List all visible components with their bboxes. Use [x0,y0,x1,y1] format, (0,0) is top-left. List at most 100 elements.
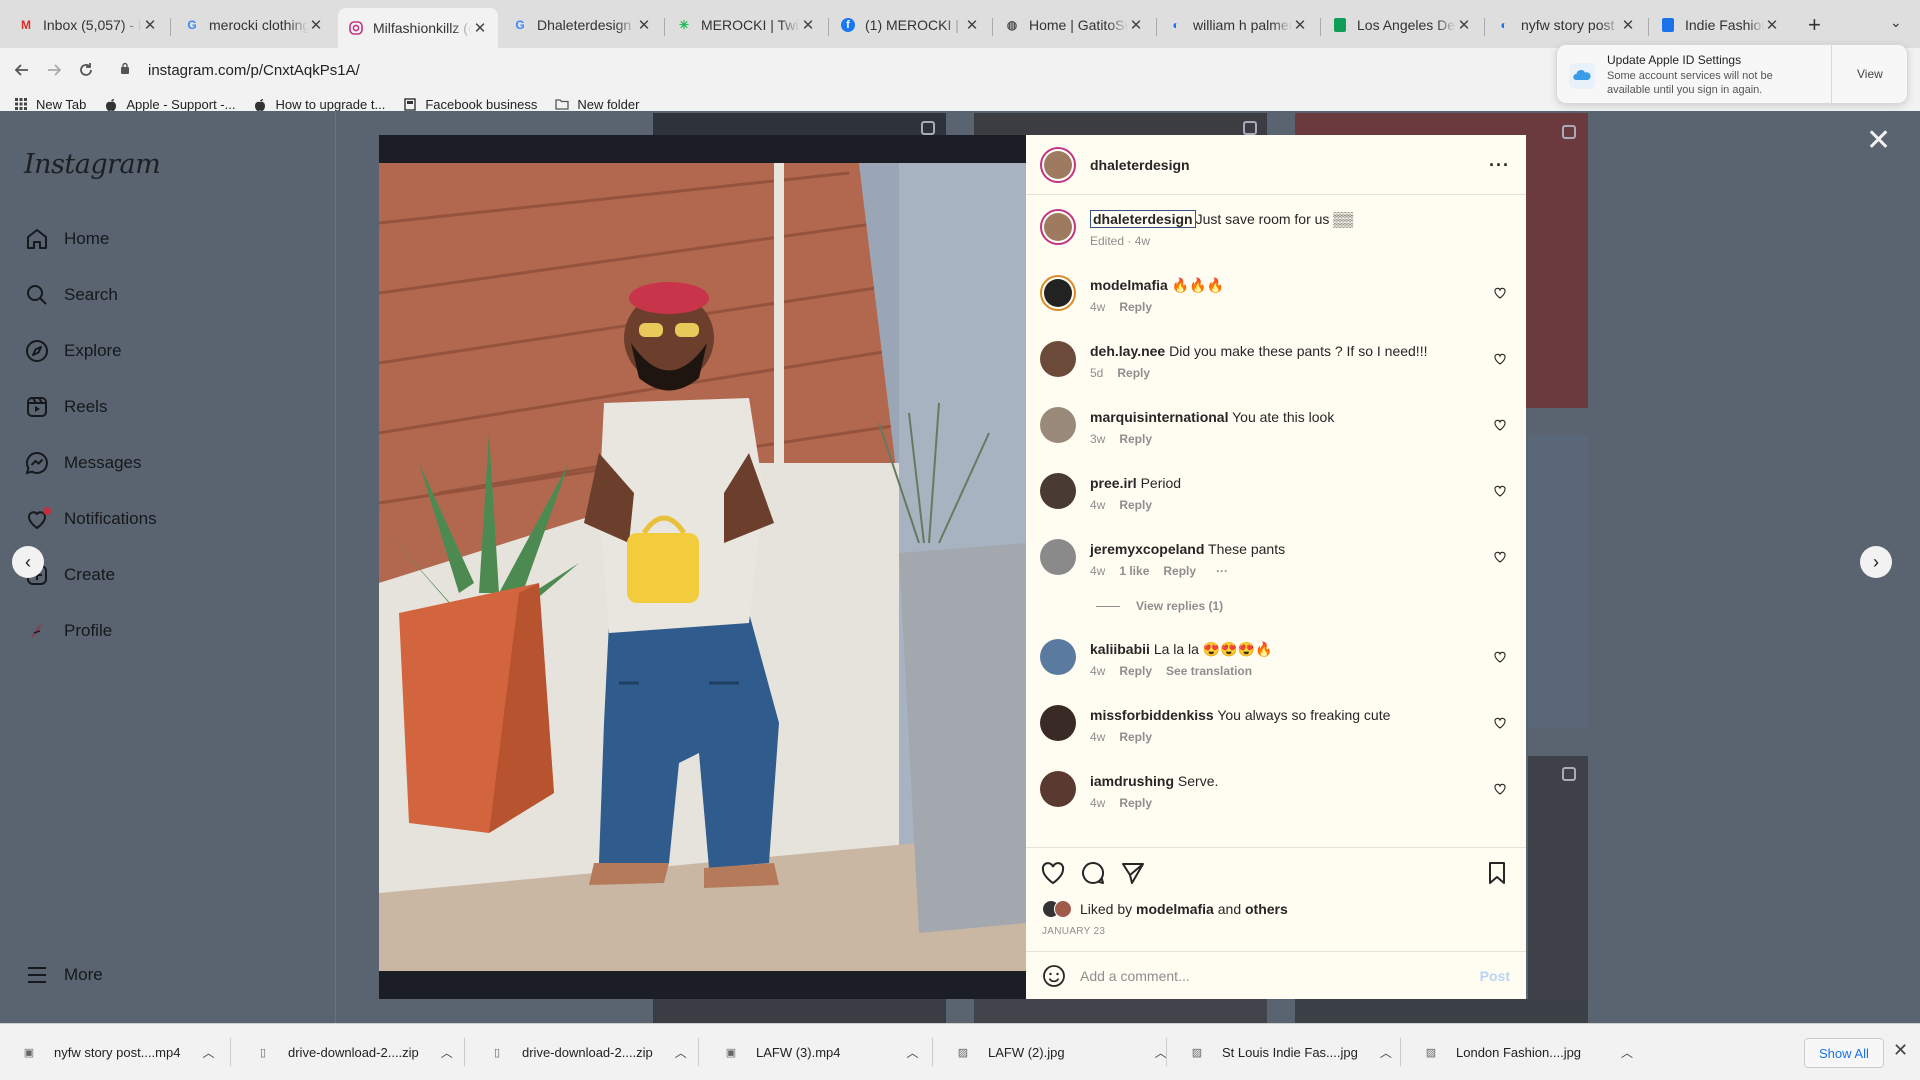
like-comment-icon[interactable] [1494,419,1506,431]
grid-thumbnail[interactable] [653,999,946,1023]
comment-time[interactable]: 4w [1090,561,1105,581]
close-tab-icon[interactable]: ✕ [308,16,324,34]
comment-time[interactable]: 4w [1090,727,1105,747]
close-tab-icon[interactable]: ✕ [1620,16,1636,34]
like-comment-icon[interactable] [1494,717,1506,729]
download-item[interactable]: ▯ drive-download-2....zip ︿ [256,1024,453,1080]
close-icon[interactable]: ✕ [1866,123,1891,158]
avatar[interactable] [1040,146,1076,183]
comment-username[interactable]: kaliibabii [1090,641,1150,657]
download-item[interactable]: ▯ drive-download-2....zip ︿ [490,1024,687,1080]
comment-icon[interactable] [1080,860,1106,886]
chevron-up-icon[interactable]: ︿ [907,1044,919,1061]
comment-input[interactable]: Add a comment... [1080,968,1480,984]
comment-time[interactable]: 5d [1090,363,1103,383]
grid-thumbnail[interactable] [1528,756,1588,1023]
comment-time[interactable]: 4w [1090,297,1105,317]
chevron-up-icon[interactable]: ︿ [1155,1044,1167,1061]
download-item[interactable]: ▨ St Louis Indie Fas....jpg ︿ [1190,1024,1392,1080]
download-item[interactable]: ▨ LAFW (2).jpg ︿ [956,1024,1167,1080]
previous-post-button[interactable]: ‹ [12,546,44,578]
grid-thumbnail[interactable] [974,999,1267,1023]
next-post-button[interactable]: › [1860,546,1892,578]
reply-button[interactable]: Reply [1163,561,1196,581]
avatar[interactable] [1040,539,1076,575]
download-item[interactable]: ▣ LAFW (3).mp4 ︿ [724,1024,919,1080]
comment-username[interactable]: missforbiddenkiss [1090,707,1214,723]
back-icon[interactable] [8,56,36,84]
avatar[interactable] [1040,639,1076,675]
bookmark-folder[interactable]: New folder [555,97,639,112]
grid-thumbnail[interactable] [1295,999,1588,1023]
comment-username[interactable]: dhaleterdesign [1090,210,1196,228]
comment-username[interactable]: iamdrushing [1090,773,1174,789]
liked-by-user[interactable]: modelmafia [1136,901,1214,917]
share-icon[interactable] [1120,860,1146,886]
comment-username[interactable]: pree.irl [1090,475,1137,491]
close-tab-icon[interactable]: ✕ [1292,16,1308,34]
browser-tab[interactable]: Los Angeles Des ✕ [1322,8,1482,42]
reply-button[interactable]: Reply [1119,429,1152,449]
chevron-up-icon[interactable]: ︿ [202,1044,214,1061]
close-tab-icon[interactable]: ✕ [142,16,158,34]
nav-notifications[interactable]: Notifications [24,499,157,539]
like-comment-icon[interactable] [1494,353,1506,365]
tab-search-chevron-icon[interactable]: ⌄ [1890,14,1902,31]
comment-username[interactable]: deh.lay.nee [1090,343,1165,359]
comment-time[interactable]: 3w [1090,429,1105,449]
bookmark-item[interactable]: How to upgrade t... [253,97,385,112]
avatar[interactable] [1040,209,1076,245]
like-comment-icon[interactable] [1494,485,1506,497]
comment-time[interactable]: 4w [1090,661,1105,681]
bookmark-item[interactable]: New Tab [14,97,86,112]
browser-tab[interactable]: M Inbox (5,057) - la ✕ [8,8,168,42]
avatar[interactable] [1040,341,1076,377]
grid-thumbnail[interactable] [1528,435,1588,728]
browser-tab-active[interactable]: Milfashionkillz (@ ✕ [338,8,498,48]
comment-options-icon[interactable]: ··· [1216,561,1228,581]
nav-home[interactable]: Home [24,219,109,259]
reply-button[interactable]: Reply [1119,793,1152,813]
close-tab-icon[interactable]: ✕ [800,16,816,34]
chevron-up-icon[interactable]: ︿ [675,1044,687,1061]
save-icon[interactable] [1484,860,1510,886]
reply-button[interactable]: Reply [1119,661,1152,681]
nav-messages[interactable]: Messages [24,443,141,483]
liked-by-others[interactable]: others [1245,901,1288,917]
like-comment-icon[interactable] [1494,783,1506,795]
comment-time[interactable]: 4w [1090,793,1105,813]
comment-username[interactable]: jeremyxcopeland [1090,541,1204,557]
chevron-up-icon[interactable]: ︿ [441,1044,453,1061]
download-item[interactable]: ▨ London Fashion....jpg ︿ [1424,1024,1633,1080]
reply-button[interactable]: Reply [1117,363,1150,383]
instagram-logo[interactable]: Instagram [24,149,161,180]
browser-tab[interactable]: G merocki clothing ✕ [174,8,334,42]
avatar[interactable] [1040,473,1076,509]
close-tab-icon[interactable]: ✕ [1764,16,1780,34]
close-tab-icon[interactable]: ✕ [1456,16,1472,34]
browser-tab[interactable]: G Dhaleterdesign - ✕ [502,8,662,42]
view-replies-button[interactable]: View replies (1) [1096,599,1223,613]
avatar[interactable] [1040,705,1076,741]
close-downloads-icon[interactable]: ✕ [1893,1040,1908,1061]
comment-username[interactable]: marquisinternational [1090,409,1228,425]
emoji-icon[interactable] [1042,964,1066,988]
address-bar[interactable]: instagram.com/p/CnxtAqkPs1A/ [120,54,1520,86]
reply-button[interactable]: Reply [1119,297,1152,317]
post-comment-button[interactable]: Post [1480,968,1510,984]
nav-profile[interactable]: Profile [24,611,112,651]
forward-icon[interactable] [40,56,68,84]
comment-time[interactable]: 4w [1090,495,1105,515]
see-translation-button[interactable]: See translation [1166,661,1252,681]
bookmark-item[interactable]: Facebook business [403,97,537,112]
browser-tab[interactable]: Indie Fashion Fe ✕ [1650,8,1790,42]
chevron-up-icon[interactable]: ︿ [1380,1044,1392,1061]
notification-view-button[interactable]: View [1857,67,1883,81]
bookmark-item[interactable]: Apple - Support -... [104,97,235,112]
nav-more[interactable]: More [24,955,103,995]
browser-tab[interactable]: f (1) MEROCKI | Da ✕ [830,8,990,42]
browser-tab[interactable]: ◐ william h palmer ✕ [1158,8,1318,42]
system-notification[interactable]: Update Apple ID Settings Some account se… [1556,44,1908,105]
avatar[interactable] [1040,771,1076,807]
reply-button[interactable]: Reply [1119,495,1152,515]
